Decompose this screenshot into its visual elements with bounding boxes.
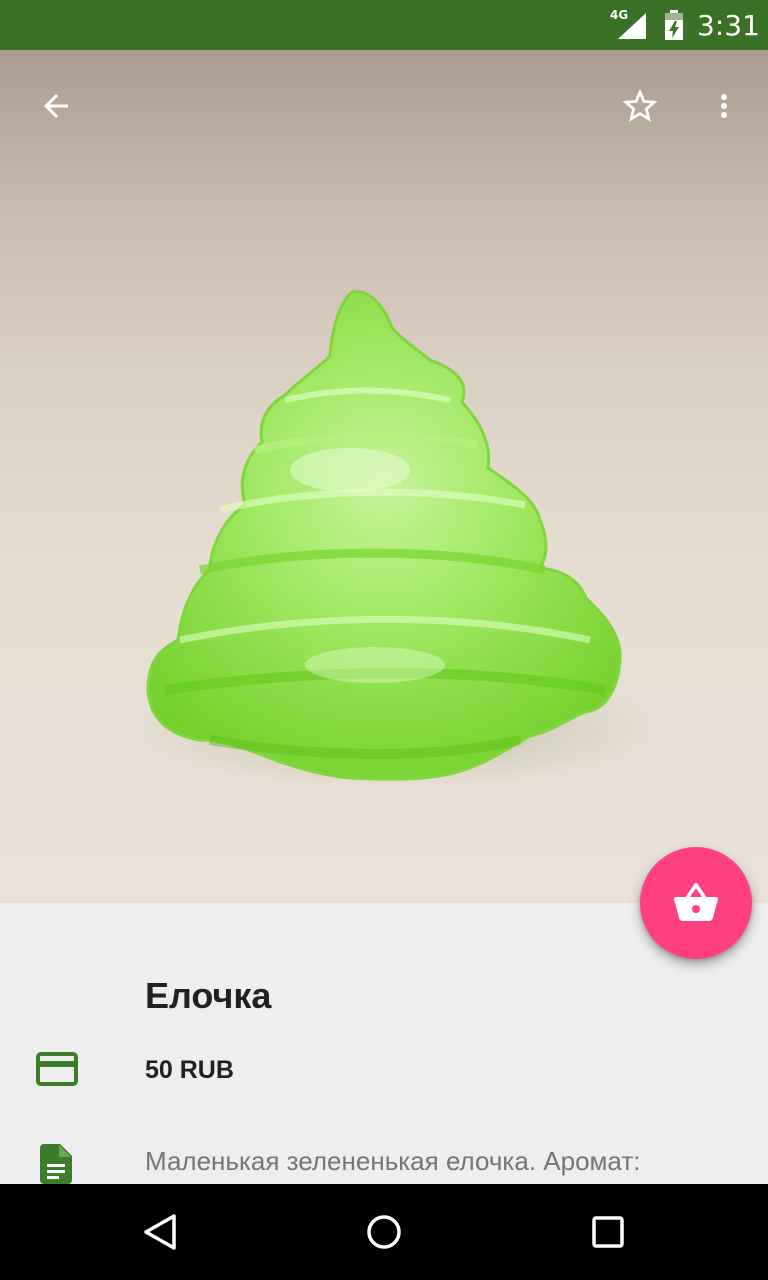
add-to-cart-button[interactable] — [640, 847, 752, 959]
product-title: Елочка — [145, 975, 272, 1016]
signal-icon — [618, 13, 646, 39]
shopping-basket-icon — [674, 883, 718, 921]
more-vert-icon — [721, 94, 727, 118]
more-options-button[interactable] — [696, 78, 752, 134]
nav-back-button[interactable] — [136, 1208, 184, 1256]
clock: 3:31 — [697, 9, 760, 42]
system-nav-bar — [0, 1184, 768, 1280]
product-price: 50 RUB — [145, 1056, 234, 1084]
favorite-button[interactable] — [612, 78, 668, 134]
nav-home-button[interactable] — [360, 1208, 408, 1256]
star-outline-icon — [622, 88, 658, 122]
status-bar: 4G 3:31 — [0, 0, 768, 50]
product-image — [0, 50, 768, 903]
nav-home-icon — [367, 1215, 401, 1249]
arrow-back-icon — [44, 94, 68, 118]
back-button[interactable] — [28, 78, 84, 134]
credit-card-icon — [36, 1052, 78, 1086]
description-icon — [40, 1144, 72, 1184]
battery-icon — [665, 10, 683, 40]
product-photo — [135, 290, 655, 790]
nav-recents-button[interactable] — [584, 1208, 632, 1256]
nav-recents-icon — [592, 1216, 624, 1248]
product-description: Маленькая зелененькая елочка. Аромат: — [145, 1146, 641, 1176]
nav-back-icon — [144, 1214, 176, 1250]
